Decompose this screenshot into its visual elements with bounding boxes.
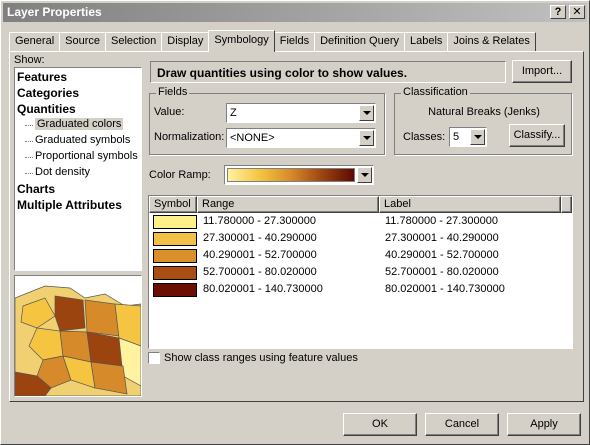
table-row[interactable]: 40.290001 - 52.700000 40.290001 - 52.7000… <box>151 248 571 264</box>
close-icon[interactable]: ✕ <box>569 5 585 19</box>
tab-definition-query[interactable]: Definition Query <box>314 32 405 51</box>
help-button[interactable]: ? <box>550 5 566 19</box>
table-row[interactable]: 11.780000 - 27.300000 11.780000 - 27.3000… <box>151 214 571 230</box>
tree-item-quantities[interactable]: Quantities <box>17 102 76 116</box>
tree-item-categories[interactable]: Categories <box>17 86 79 100</box>
tree-item-dot-density[interactable]: Dot density <box>35 166 90 178</box>
symbology-panel: Show: Features Categories Quantities Gradua… <box>9 51 584 402</box>
symbol-swatch[interactable] <box>153 249 197 263</box>
tree-item-proportional-symbols[interactable]: Proportional symbols <box>35 150 138 162</box>
value-dropdown[interactable]: Z <box>226 103 376 123</box>
table-header: Symbol Range Label <box>149 196 572 213</box>
tree-connector <box>25 157 33 158</box>
normalization-selected: <NONE> <box>230 132 275 144</box>
tab-fields[interactable]: Fields <box>273 32 316 51</box>
classification-legend: Classification <box>401 86 470 98</box>
value-label: Value: <box>154 106 185 118</box>
tab-general[interactable]: General <box>9 32 61 51</box>
feature-values-checkbox[interactable] <box>148 352 160 364</box>
symbol-swatch[interactable] <box>153 215 197 229</box>
tab-display[interactable]: Display <box>161 32 210 51</box>
table-row[interactable]: 80.020001 - 140.730000 80.020001 - 140.73… <box>151 282 571 298</box>
show-tree[interactable]: Features Categories Quantities Graduated co… <box>14 67 142 271</box>
range-cell[interactable]: 52.700001 - 80.020000 <box>203 266 317 278</box>
color-ramp-dropdown[interactable] <box>224 165 374 185</box>
import-button[interactable]: Import... <box>512 60 572 83</box>
column-range[interactable]: Range <box>197 196 379 213</box>
symbol-swatch[interactable] <box>153 283 197 297</box>
range-cell[interactable]: 80.020001 - 140.730000 <box>203 283 323 295</box>
table-row[interactable]: 52.700001 - 80.020000 52.700001 - 80.0200… <box>151 265 571 281</box>
layer-properties-window: Layer Properties ? ✕ General Source Select… <box>0 0 590 445</box>
label-cell[interactable]: 11.780000 - 27.300000 <box>385 215 498 227</box>
symbol-swatch[interactable] <box>153 266 197 280</box>
tree-item-graduated-symbols[interactable]: Graduated symbols <box>35 134 130 146</box>
title-bar[interactable]: Layer Properties ? ✕ <box>3 3 587 22</box>
chevron-down-icon[interactable] <box>359 130 374 146</box>
fields-legend: Fields <box>156 86 190 98</box>
classification-group: Classification Natural Breaks (Jenks) Cl… <box>394 86 572 155</box>
chevron-down-icon[interactable] <box>359 105 374 121</box>
range-cell[interactable]: 27.300001 - 40.290000 <box>203 232 317 244</box>
label-cell[interactable]: 80.020001 - 140.730000 <box>385 283 505 295</box>
range-cell[interactable]: 40.290001 - 52.700000 <box>203 249 317 261</box>
tree-connector <box>25 141 33 142</box>
normalization-dropdown[interactable]: <NONE> <box>226 128 376 148</box>
africa-map-preview <box>15 276 141 396</box>
symbol-swatch[interactable] <box>153 232 197 246</box>
column-label[interactable]: Label <box>379 196 561 213</box>
show-label: Show: <box>14 54 45 66</box>
classes-selected: 5 <box>453 131 460 143</box>
tab-strip: General Source Selection Display Symbology Fi… <box>9 30 536 52</box>
cancel-button[interactable]: Cancel <box>425 413 499 436</box>
description-box: Draw quantities using color to show valu… <box>150 61 506 83</box>
table-row[interactable]: 27.300001 - 40.290000 27.300001 - 40.2900… <box>151 231 571 247</box>
color-ramp-label: Color Ramp: <box>149 169 211 181</box>
tree-item-graduated-colors[interactable]: Graduated colors <box>35 118 124 130</box>
label-cell[interactable]: 52.700001 - 80.020000 <box>385 266 499 278</box>
preview-map <box>14 275 142 397</box>
tree-item-charts[interactable]: Charts <box>17 182 55 196</box>
classification-method: Natural Breaks (Jenks) <box>428 106 540 118</box>
normalization-label: Normalization: <box>154 131 225 143</box>
tree-connector <box>25 125 33 126</box>
tree-item-multiple-attributes[interactable]: Multiple Attributes <box>17 198 122 212</box>
feature-values-label: Show class ranges using feature values <box>164 352 358 364</box>
chevron-down-icon[interactable] <box>357 167 372 183</box>
label-cell[interactable]: 27.300001 - 40.290000 <box>385 232 499 244</box>
column-symbol[interactable]: Symbol <box>149 196 197 213</box>
ok-button[interactable]: OK <box>343 413 417 436</box>
tab-joins-relates[interactable]: Joins & Relates <box>447 32 536 51</box>
class-table[interactable]: Symbol Range Label 11.780000 - 27.300000… <box>148 195 573 349</box>
window-title: Layer Properties <box>7 5 102 19</box>
classify-button[interactable]: Classify... <box>509 124 565 147</box>
column-spacer <box>561 196 572 213</box>
description-text: Draw quantities using color to show valu… <box>157 66 408 80</box>
tree-item-features[interactable]: Features <box>17 70 67 84</box>
fields-group: Fields Value: Z Normalization: <NONE> <box>149 86 385 155</box>
chevron-down-icon[interactable] <box>470 129 485 145</box>
tree-connector <box>25 173 33 174</box>
classes-dropdown[interactable]: 5 <box>449 127 487 147</box>
tab-selection[interactable]: Selection <box>105 32 163 51</box>
classes-label: Classes: <box>403 131 446 143</box>
value-selected: Z <box>230 107 237 119</box>
range-cell[interactable]: 11.780000 - 27.300000 <box>203 215 316 227</box>
color-ramp-preview <box>227 168 355 182</box>
tab-source[interactable]: Source <box>59 32 106 51</box>
apply-button[interactable]: Apply <box>507 413 581 436</box>
tab-labels[interactable]: Labels <box>403 32 449 51</box>
label-cell[interactable]: 40.290001 - 52.700000 <box>385 249 499 261</box>
tab-symbology[interactable]: Symbology <box>208 30 275 52</box>
